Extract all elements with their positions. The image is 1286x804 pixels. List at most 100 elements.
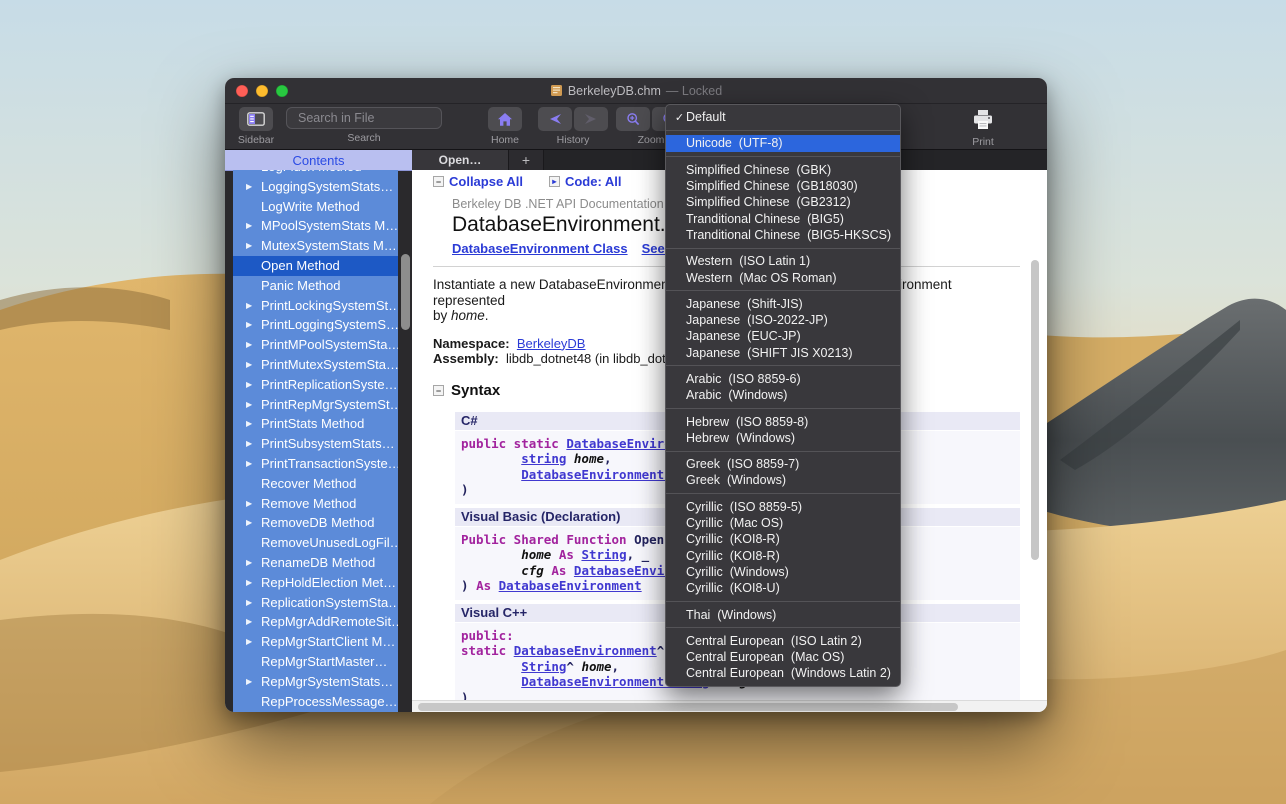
sidebar-item[interactable]: Open Method (233, 256, 398, 276)
menu-item[interactable]: Hebrew (ISO 8859-8) (666, 413, 900, 429)
disclosure-triangle-icon[interactable]: ▶ (246, 454, 252, 474)
menu-item[interactable]: Central European (Windows Latin 2) (666, 665, 900, 681)
sidebar-item[interactable]: ▶RenameDB Method (233, 553, 398, 573)
zoom-in-button[interactable] (616, 107, 650, 131)
sidebar-item[interactable]: Panic Method (233, 276, 398, 296)
syntax-collapse-icon[interactable]: − (433, 385, 444, 396)
collapse-all-link[interactable]: − Collapse All (433, 174, 523, 189)
titlebar[interactable]: BerkeleyDB.chm — Locked (225, 78, 1047, 104)
sidebar-scrollbar[interactable] (401, 254, 410, 330)
menu-item[interactable]: Japanese (ISO-2022-JP) (666, 312, 900, 328)
disclosure-triangle-icon[interactable]: ▶ (246, 553, 252, 573)
tab-contents[interactable]: Contents (225, 150, 412, 171)
sidebar-toggle-button[interactable] (239, 107, 273, 131)
menu-item[interactable]: ✓Default (666, 109, 900, 125)
menu-item[interactable]: Japanese (SHIFT JIS X0213) (666, 345, 900, 361)
menu-item[interactable]: Central European (Mac OS) (666, 649, 900, 665)
sidebar-item[interactable]: RepMgrStartMaster… (233, 652, 398, 672)
menu-item[interactable]: Simplified Chinese (GB18030) (666, 178, 900, 194)
sidebar-item[interactable]: LogWrite Method (233, 197, 398, 217)
sidebar-item[interactable]: ▶RepMgrStartClient M… (233, 632, 398, 652)
sidebar-item[interactable]: ▶PrintTransactionSyste… (233, 454, 398, 474)
tab-open-method[interactable]: Open… (412, 150, 509, 170)
disclosure-triangle-icon[interactable]: ▶ (246, 632, 252, 652)
home-button[interactable] (488, 107, 522, 131)
menu-item[interactable]: Cyrillic (KOI8-R) (666, 531, 900, 547)
sidebar-item[interactable]: ▶ReplicationSystemSta… (233, 593, 398, 613)
sidebar-item[interactable]: ▶Remove Method (233, 494, 398, 514)
disclosure-triangle-icon[interactable]: ▶ (246, 414, 252, 434)
menu-item[interactable]: Japanese (Shift-JIS) (666, 296, 900, 312)
disclosure-triangle-icon[interactable]: ▶ (246, 315, 252, 335)
disclosure-triangle-icon[interactable]: ▶ (246, 177, 252, 197)
menu-item[interactable]: Cyrillic (ISO 8859-5) (666, 499, 900, 515)
sidebar-item[interactable]: RepProcessMessage… (233, 692, 398, 712)
menu-item[interactable]: Japanese (EUC-JP) (666, 328, 900, 344)
menu-item[interactable]: Western (Mac OS Roman) (666, 269, 900, 285)
disclosure-triangle-icon[interactable]: ▶ (246, 573, 252, 593)
new-tab-button[interactable]: + (509, 150, 544, 170)
sidebar-item[interactable]: ▶RemoveDB Method (233, 513, 398, 533)
sidebar-item[interactable]: Recover Method (233, 474, 398, 494)
menu-item[interactable]: Tranditional Chinese (BIG5) (666, 210, 900, 226)
sidebar-item[interactable]: RemoveUnusedLogFil… (233, 533, 398, 553)
link-databaseenvironment-class[interactable]: DatabaseEnvironment Class (452, 241, 628, 256)
sidebar-item[interactable]: ▶PrintReplicationSyste… (233, 375, 398, 395)
disclosure-triangle-icon[interactable]: ▶ (246, 296, 252, 316)
sidebar-item[interactable]: ▶LoggingSystemStats… (233, 177, 398, 197)
zoom-button[interactable] (276, 85, 288, 97)
menu-item[interactable]: Greek (Windows) (666, 472, 900, 488)
print-button[interactable] (966, 107, 1000, 133)
content-horizontal-scrollbar[interactable] (412, 700, 1047, 712)
disclosure-triangle-icon[interactable]: ▶ (246, 513, 252, 533)
menu-item[interactable]: Western (ISO Latin 1) (666, 253, 900, 269)
menu-item[interactable]: Greek (ISO 8859-7) (666, 456, 900, 472)
menu-item[interactable]: Cyrillic (Mac OS) (666, 515, 900, 531)
history-back-button[interactable] (538, 107, 572, 131)
history-forward-button[interactable] (574, 107, 608, 131)
search-input[interactable] (296, 110, 461, 126)
menu-item[interactable]: Simplified Chinese (GB2312) (666, 194, 900, 210)
sidebar-item[interactable]: ▶PrintLoggingSystemS… (233, 315, 398, 335)
sidebar-item[interactable]: ▶MutexSystemStats M… (233, 236, 398, 256)
disclosure-triangle-icon[interactable]: ▶ (246, 355, 252, 375)
sidebar-item[interactable]: ▶PrintStats Method (233, 414, 398, 434)
menu-item[interactable]: Simplified Chinese (GBK) (666, 162, 900, 178)
sidebar-item[interactable]: ▶LogFlush Method (233, 170, 398, 177)
sidebar-item[interactable]: ▶PrintLockingSystemSt… (233, 296, 398, 316)
menu-item[interactable]: Central European (ISO Latin 2) (666, 633, 900, 649)
menu-item[interactable]: Cyrillic (KOI8-U) (666, 580, 900, 596)
disclosure-triangle-icon[interactable]: ▶ (246, 236, 252, 256)
menu-item[interactable]: Thai (Windows) (666, 606, 900, 622)
sidebar-item[interactable]: ▶PrintRepMgrSystemSt… (233, 395, 398, 415)
disclosure-triangle-icon[interactable]: ▶ (246, 395, 252, 415)
sidebar-item[interactable]: ▶MPoolSystemStats M… (233, 216, 398, 236)
minimize-button[interactable] (256, 85, 268, 97)
disclosure-triangle-icon[interactable]: ▶ (246, 335, 252, 355)
scrollbar-thumb[interactable] (418, 703, 958, 711)
disclosure-triangle-icon[interactable]: ▶ (246, 216, 252, 236)
close-button[interactable] (236, 85, 248, 97)
disclosure-triangle-icon[interactable]: ▶ (246, 494, 252, 514)
disclosure-triangle-icon[interactable]: ▶ (246, 170, 252, 177)
menu-item[interactable]: Tranditional Chinese (BIG5-HKSCS) (666, 227, 900, 243)
disclosure-triangle-icon[interactable]: ▶ (246, 434, 252, 454)
code-all-link[interactable]: ▸ Code: All (549, 174, 622, 189)
menu-item[interactable]: Cyrillic (KOI8-R) (666, 548, 900, 564)
disclosure-triangle-icon[interactable]: ▶ (246, 593, 252, 613)
menu-item[interactable]: Arabic (Windows) (666, 387, 900, 403)
sidebar-item[interactable]: ▶PrintSubsystemStats… (233, 434, 398, 454)
content-vertical-scrollbar[interactable] (1031, 260, 1039, 560)
menu-item[interactable]: Arabic (ISO 8859-6) (666, 371, 900, 387)
sidebar-item[interactable]: ▶PrintMutexSystemSta… (233, 355, 398, 375)
sidebar-item[interactable]: ▶RepHoldElection Met… (233, 573, 398, 593)
menu-item[interactable]: Hebrew (Windows) (666, 430, 900, 446)
sidebar-item[interactable]: ▶PrintMPoolSystemSta… (233, 335, 398, 355)
menu-item[interactable]: Cyrillic (Windows) (666, 564, 900, 580)
sidebar-item[interactable]: ▶RepMgrAddRemoteSit… (233, 612, 398, 632)
namespace-link[interactable]: BerkeleyDB (517, 336, 586, 351)
disclosure-triangle-icon[interactable]: ▶ (246, 612, 252, 632)
disclosure-triangle-icon[interactable]: ▶ (246, 375, 252, 395)
menu-item[interactable]: Unicode (UTF-8) (666, 135, 900, 151)
disclosure-triangle-icon[interactable]: ▶ (246, 672, 252, 692)
